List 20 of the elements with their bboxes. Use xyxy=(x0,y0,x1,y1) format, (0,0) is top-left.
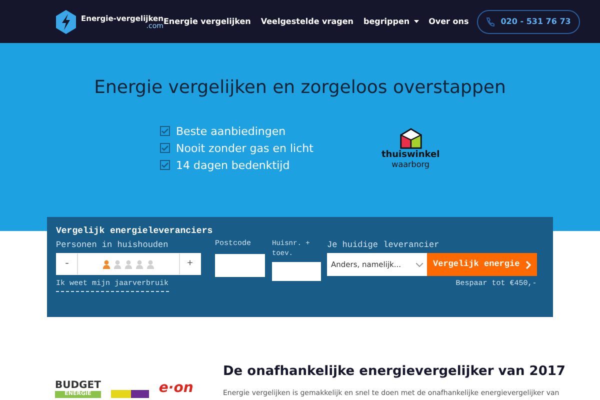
field-label: Je huidige leverancier xyxy=(327,238,440,252)
section-heading: De onafhankelijke energievergelijker van 2017 xyxy=(223,364,566,380)
benefit-text: 14 dagen bedenktijd xyxy=(176,158,290,174)
hero-title: Energie vergelijken en zorgeloos overstappen xyxy=(93,77,507,99)
field-label: Personen in huishouden xyxy=(56,238,170,252)
logo-text: BUDGET xyxy=(55,380,101,392)
form-title: Vergelijk energieleveranciers xyxy=(56,225,214,238)
nav-link[interactable]: Over ons xyxy=(428,16,469,28)
benefit-text: Beste aanbiedingen xyxy=(176,124,286,140)
minus-button[interactable]: - xyxy=(56,253,78,276)
phone-button[interactable]: 020 - 531 76 73 xyxy=(476,10,580,34)
nav-link[interactable]: begrippen xyxy=(363,16,419,28)
persons-stepper[interactable]: - + xyxy=(56,253,201,276)
plus-button[interactable]: + xyxy=(179,253,201,276)
nav-link[interactable]: Veelgestelde vragen xyxy=(260,16,354,28)
logo-text: e·on xyxy=(158,381,194,396)
nav-link[interactable]: Energie vergelijken xyxy=(163,16,251,28)
benefit-text: Nooit zonder gas en licht xyxy=(176,140,314,157)
badge-name: thuiswinkel xyxy=(381,150,440,160)
badge-subtitle: waarborg xyxy=(392,160,430,169)
